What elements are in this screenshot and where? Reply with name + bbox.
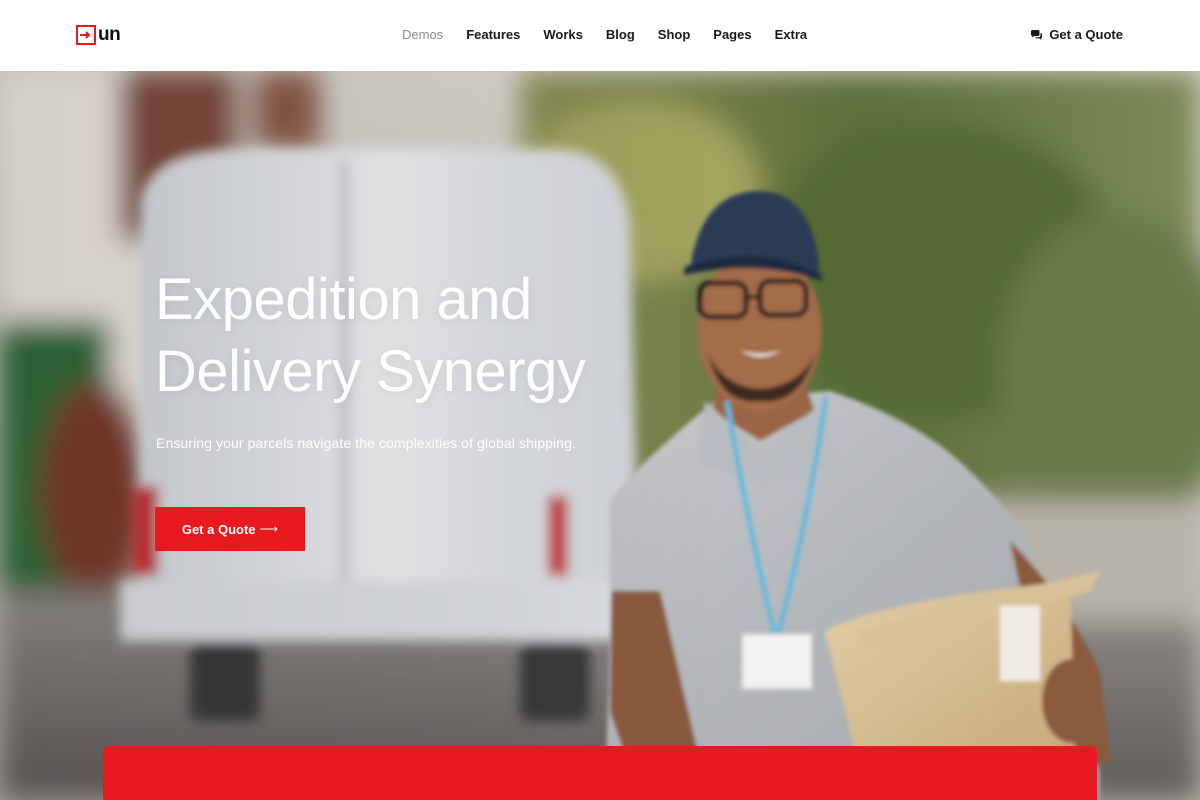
nav-item-pages[interactable]: Pages	[713, 26, 751, 46]
chat-icon	[1031, 30, 1043, 40]
hero-subtitle: Ensuring your parcels navigate the compl…	[156, 435, 576, 451]
logo-icon	[76, 25, 96, 45]
nav-item-blog[interactable]: Blog	[606, 26, 635, 46]
arrow-right-icon: ⟶	[259, 521, 279, 536]
nav-item-demos[interactable]: Demos	[402, 26, 443, 46]
main-nav: Demos Features Works Blog Shop Pages Ext…	[402, 26, 830, 46]
logo-text: un	[98, 24, 121, 45]
get-quote-button-label: Get a Quote	[181, 521, 256, 537]
nav-item-features[interactable]: Features	[466, 26, 520, 46]
red-feature-panel	[103, 746, 1097, 800]
site-header: un Demos Features Works Blog Shop Pages …	[0, 0, 1200, 71]
header-quote-link[interactable]: Get a Quote	[1030, 27, 1123, 43]
nav-item-works[interactable]: Works	[543, 26, 583, 46]
header-quote-label: Get a Quote	[1049, 27, 1123, 42]
nav-item-shop[interactable]: Shop	[658, 26, 691, 46]
hero-section: Expedition and Delivery Synergy Ensuring…	[0, 71, 1200, 800]
nav-item-extra[interactable]: Extra	[775, 26, 808, 46]
hero-title-line-2: Delivery Synergy	[155, 339, 586, 404]
hero-title-line-1: Expedition and	[155, 267, 532, 332]
get-quote-button[interactable]: Get a Quote ⟶	[155, 507, 305, 551]
hero-title: Expedition and Delivery Synergy	[155, 264, 715, 408]
logo[interactable]: un	[76, 24, 121, 46]
